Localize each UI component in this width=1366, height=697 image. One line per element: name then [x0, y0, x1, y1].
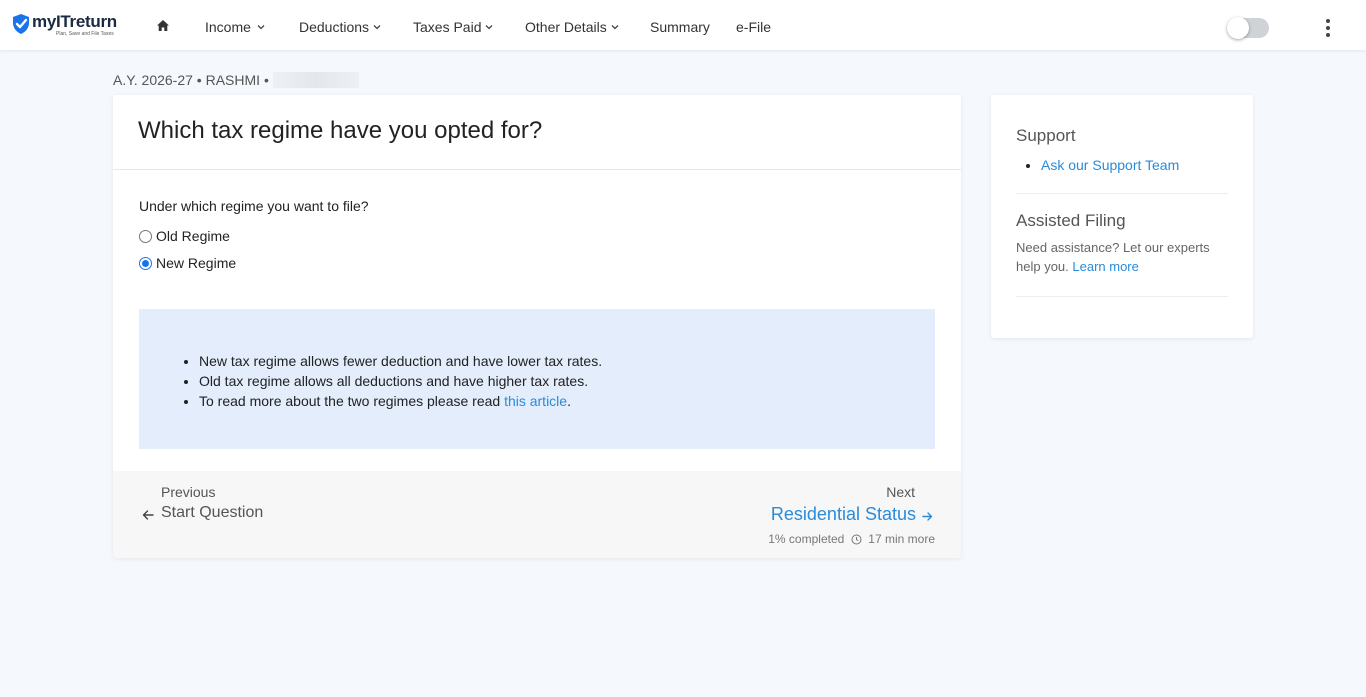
info-text-suffix: .: [567, 393, 571, 409]
breadcrumb-text: A.Y. 2026-27 • RASHMI •: [113, 72, 269, 88]
radio-new-regime-label: New Regime: [156, 255, 237, 271]
info-text: Old tax regime allows all deductions and…: [199, 373, 589, 389]
support-list-item: Ask our Support Team: [1041, 157, 1179, 173]
info-text: New tax regime allows fewer deduction an…: [199, 353, 603, 369]
article-link[interactable]: this article: [504, 393, 567, 409]
arrow-right-icon: [922, 511, 933, 521]
radio-old-regime-label: Old Regime: [156, 228, 230, 244]
previous-label: Previous: [161, 484, 216, 500]
home-icon[interactable]: [156, 19, 170, 32]
support-team-link[interactable]: Ask our Support Team: [1041, 157, 1179, 173]
toggle-knob: [1227, 17, 1249, 39]
breadcrumb: A.Y. 2026-27 • RASHMI •: [113, 72, 359, 88]
top-navbar: myITreturn Plan, Save and File Taxes Inc…: [0, 0, 1366, 50]
divider: [113, 169, 961, 170]
page-title: Which tax regime have you opted for?: [138, 117, 543, 144]
question-card: Which tax regime have you opted for? Und…: [113, 95, 961, 558]
redacted-field: [272, 72, 359, 88]
sidebar-panel: Support Ask our Support Team Assisted Fi…: [991, 95, 1253, 338]
theme-toggle[interactable]: [1227, 17, 1269, 39]
time-left-text: 17 min more: [868, 532, 935, 546]
divider: [1016, 193, 1228, 194]
radio-new-regime-circle[interactable]: [139, 256, 152, 270]
chevron-down-icon: [373, 25, 381, 30]
radio-new-regime[interactable]: New Regime: [139, 255, 236, 271]
info-box: New tax regime allows fewer deduction an…: [139, 309, 935, 449]
support-list: Ask our Support Team: [1041, 157, 1179, 173]
nav-summary[interactable]: Summary: [650, 19, 710, 35]
info-item: To read more about the two regimes pleas…: [199, 391, 602, 411]
nav-taxes-paid[interactable]: Taxes Paid: [413, 19, 493, 35]
radio-old-regime-circle[interactable]: [139, 229, 152, 243]
next-text: Residential Status: [770, 504, 916, 524]
support-heading: Support: [1016, 126, 1076, 145]
nav-taxes-paid-label: Taxes Paid: [413, 19, 482, 35]
radio-old-regime[interactable]: Old Regime: [139, 228, 230, 244]
nav-deductions[interactable]: Deductions: [299, 19, 381, 35]
clock-icon: [851, 534, 862, 544]
nav-summary-label: Summary: [650, 19, 710, 35]
previous-text: Start Question: [161, 504, 264, 521]
info-item: Old tax regime allows all deductions and…: [199, 371, 602, 391]
progress-info: 1% completed 17 min more: [768, 532, 935, 546]
progress-text: 1% completed: [768, 532, 845, 546]
nav-income[interactable]: Income: [205, 19, 265, 35]
assisted-filing-heading: Assisted Filing: [1016, 211, 1126, 230]
nav-deductions-label: Deductions: [299, 19, 370, 35]
nav-efile[interactable]: e-File: [736, 19, 771, 35]
card-footer: Previous Start Question Next Residential…: [113, 471, 961, 558]
info-list: New tax regime allows fewer deduction an…: [199, 351, 602, 411]
nav-efile-label: e-File: [736, 19, 772, 35]
learn-more-link[interactable]: Learn more: [1072, 259, 1138, 274]
arrow-left-icon: [142, 509, 154, 520]
question-label: Under which regime you want to file?: [139, 198, 369, 214]
info-text: To read more about the two regimes pleas…: [199, 393, 505, 409]
more-options-icon[interactable]: [1321, 18, 1335, 38]
brand-name: myITreturn: [32, 12, 117, 31]
brand-tagline: Plan, Save and File Taxes: [56, 31, 114, 37]
previous-button[interactable]: Start Question: [142, 504, 263, 522]
chevron-down-icon: [257, 25, 265, 30]
next-label: Next: [886, 484, 915, 500]
nav-other-details-label: Other Details: [525, 19, 607, 35]
brand-logo[interactable]: myITreturn Plan, Save and File Taxes: [11, 13, 117, 37]
chevron-down-icon: [611, 25, 619, 30]
info-item: New tax regime allows fewer deduction an…: [199, 351, 602, 371]
assisted-filing-text: Need assistance? Let our experts help yo…: [1016, 238, 1228, 276]
chevron-down-icon: [486, 25, 493, 30]
nav-other-details[interactable]: Other Details: [525, 19, 619, 35]
nav-income-label: Income: [205, 19, 251, 35]
shield-check-icon: [13, 14, 29, 34]
divider: [1016, 296, 1228, 297]
next-button[interactable]: Residential Status: [771, 504, 933, 525]
